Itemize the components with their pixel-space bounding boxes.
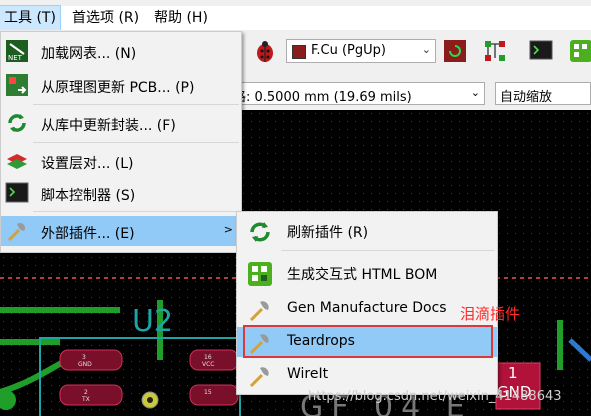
submenu-item-refresh-plugins[interactable]: 刷新插件 (R) <box>237 216 497 246</box>
select-layer-pair-icon[interactable] <box>442 38 468 64</box>
layer-pair-icon <box>7 154 27 169</box>
tools-menu: NET 加载网表... (N) 从原理图更新 PCB... (P) 从库中更新封… <box>0 31 242 253</box>
plugins-submenu: 刷新插件 (R) 生成交互式 HTML BOM Gen Manufacture … <box>236 211 498 395</box>
layer-select-value: F.Cu (PgUp) <box>311 43 386 58</box>
submenu-item-wireit[interactable]: WireIt <box>237 360 497 390</box>
menu-item-label: 从原理图更新 PCB... (P) <box>41 80 195 96</box>
layer-select[interactable]: F.Cu (PgUp) ⌄ <box>286 39 436 63</box>
submenu-item-label: 生成交互式 HTML BOM <box>287 267 438 283</box>
menu-item-set-layer-pair[interactable]: 设置层对... (L) <box>1 146 241 176</box>
menu-separator <box>33 142 239 143</box>
annotation-label: 泪滴插件 <box>460 305 521 323</box>
zoom-select-value: 自动缩放 <box>500 90 553 105</box>
plugin-tool-icon <box>7 223 25 242</box>
menu-item-label: 脚本控制器 (S) <box>41 188 136 204</box>
submenu-arrow-icon: > <box>223 223 233 236</box>
refresh-icon <box>250 222 270 242</box>
net-inspector-icon[interactable] <box>482 38 508 64</box>
pad-net: TX <box>82 396 90 403</box>
console-icon <box>5 182 29 203</box>
menu-item-scripting-console[interactable]: 脚本控制器 (S) <box>1 178 241 208</box>
menu-separator <box>33 104 239 105</box>
pad-number: 2 <box>84 389 88 396</box>
submenu-item-ibom[interactable]: 生成交互式 HTML BOM <box>237 258 497 288</box>
svg-text:NET: NET <box>8 54 23 62</box>
console-icon[interactable] <box>528 38 554 64</box>
grid-select-value: 格: 0.5000 mm (19.69 mils) <box>233 90 412 105</box>
submenu-item-label: WireIt <box>287 366 329 382</box>
pad-number: 1 <box>508 364 518 382</box>
grid-select[interactable]: 格: 0.5000 mm (19.69 mils) ⌄ <box>230 82 485 105</box>
zoom-select[interactable]: 自动缩放 <box>495 82 591 105</box>
pad-number: 16 <box>204 354 212 361</box>
submenu-item-gen-manufacture-docs[interactable]: Gen Manufacture Docs <box>237 294 497 324</box>
netlist-icon: NET <box>6 40 28 62</box>
menu-help[interactable]: 帮助 (H) <box>150 6 212 30</box>
menu-separator <box>33 211 239 212</box>
annotation-highlight-box <box>243 325 493 358</box>
menu-preferences[interactable]: 首选项 (R) <box>68 6 143 30</box>
watermark: https://blog.csdn.net/weixin_41488643 <box>308 389 562 404</box>
menu-item-update-footprints[interactable]: 从库中更新封装... (F) <box>1 108 241 138</box>
menu-item-label: 设置层对... (L) <box>41 156 134 172</box>
pad <box>59 384 123 406</box>
update-pcb-icon <box>6 74 28 96</box>
menu-item-load-netlist[interactable]: NET 加载网表... (N) <box>1 36 241 66</box>
menu-item-label: 加载网表... (N) <box>41 46 137 62</box>
plugin-tool-icon <box>249 301 269 322</box>
menu-bar: 工具 (T) 首选项 (R) 帮助 (H) <box>0 5 591 31</box>
submenu-item-label: 刷新插件 (R) <box>287 225 369 241</box>
ibom-icon <box>248 262 272 286</box>
pad <box>189 384 239 406</box>
pad-number: 15 <box>204 389 212 396</box>
refresh-footprint-icon <box>8 114 26 132</box>
menu-item-update-pcb[interactable]: 从原理图更新 PCB... (P) <box>1 70 241 100</box>
drc-bug-icon[interactable] <box>252 38 278 64</box>
ibom-icon[interactable] <box>568 38 591 64</box>
menu-separator <box>281 250 495 251</box>
submenu-item-label: Gen Manufacture Docs <box>287 300 447 316</box>
menu-tools[interactable]: 工具 (T) <box>0 5 61 31</box>
plugin-tool-icon <box>249 367 269 388</box>
chevron-down-icon: ⌄ <box>421 43 431 56</box>
pad-number: 3 <box>82 354 86 361</box>
layer-color-swatch <box>292 45 306 59</box>
menu-item-label: 从库中更新封装... (F) <box>41 118 176 134</box>
u2-refdes: U2 <box>132 304 174 339</box>
pad-net: VCC <box>202 361 215 368</box>
menu-item-external-plugins[interactable]: 外部插件... (E) > <box>1 216 241 246</box>
menu-item-label: 外部插件... (E) <box>41 226 135 242</box>
pad-net: GND <box>78 361 92 368</box>
chevron-down-icon: ⌄ <box>470 86 480 99</box>
via-hole <box>147 397 153 403</box>
